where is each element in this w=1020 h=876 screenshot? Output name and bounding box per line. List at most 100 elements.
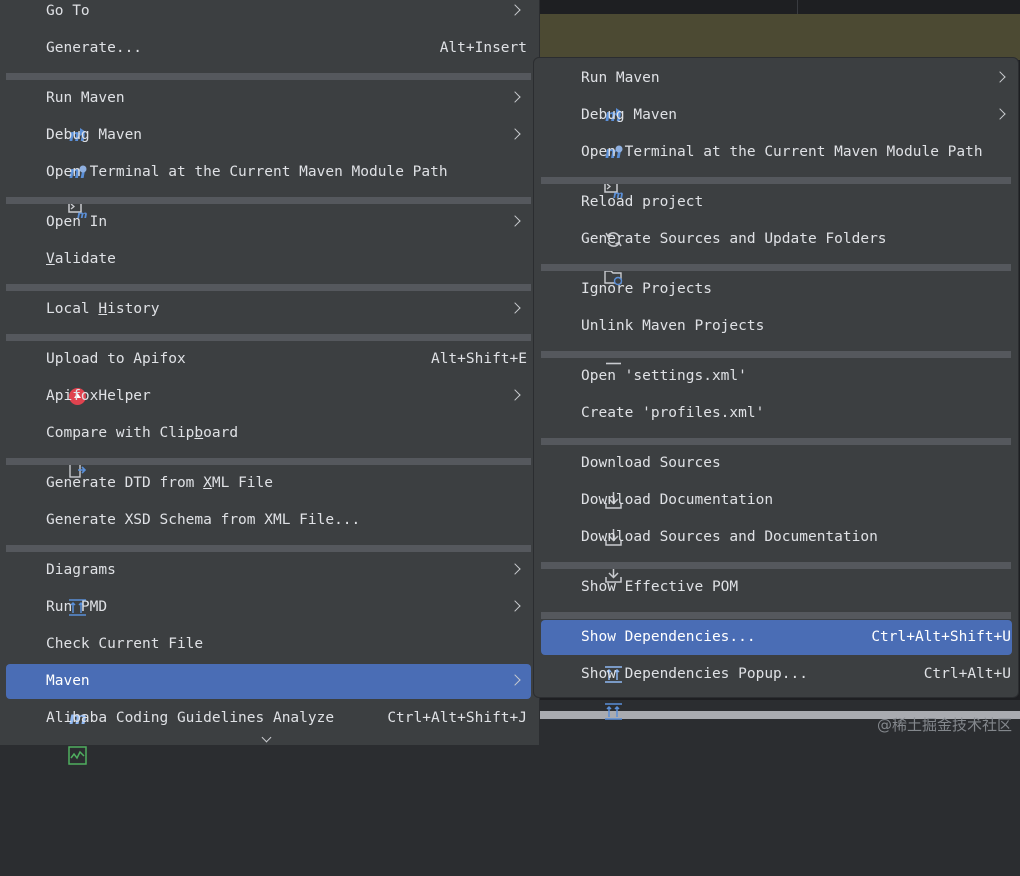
submenu-item-reload-project[interactable]: Reload project	[541, 185, 1012, 247]
submenu-item-show-dependencies[interactable]: Show Dependencies... Ctrl+Alt+Shift+U	[541, 620, 1012, 683]
submenu-item-run-maven[interactable]: m Run Maven	[541, 61, 1012, 125]
menu-separator	[541, 562, 1011, 569]
menu-item-debug-maven[interactable]: m Debug Maven	[6, 118, 531, 182]
submenu-item-label: Run Maven	[581, 70, 660, 86]
menu-item-label: Generate DTD from XML File	[46, 466, 273, 501]
alibaba-analyze-icon	[16, 709, 88, 765]
menu-item-diagrams[interactable]: Diagrams	[6, 553, 531, 616]
context-menu: Go To Generate... Alt+Insert m Run Maven…	[0, 0, 539, 765]
dependencies-icon	[552, 665, 623, 720]
menu-item-label: Alibaba Coding Guidelines Analyze	[46, 710, 335, 726]
menu-item-open-in[interactable]: Open In	[6, 205, 531, 240]
menu-item-validate[interactable]: Validate	[6, 242, 531, 277]
menu-item-label: Local History	[46, 292, 160, 327]
menu-separator	[6, 73, 531, 80]
menu-item-maven[interactable]: m Maven	[6, 664, 531, 729]
label-part: Compare with Clip	[46, 425, 195, 441]
menu-separator	[541, 177, 1011, 184]
menu-item-open-terminal[interactable]: m Open Terminal at the Current Maven Mod…	[6, 155, 531, 221]
label-part: alidate	[54, 251, 116, 267]
submenu-item-debug-maven[interactable]: m Debug Maven	[541, 98, 1012, 162]
minus-icon	[552, 317, 622, 365]
menu-separator	[6, 284, 531, 291]
menu-item-go-to[interactable]: Go To	[6, 0, 531, 29]
menu-item-label: Compare with Clipboard	[46, 416, 238, 451]
submenu-item-download-documentation[interactable]: Download Documentation	[541, 483, 1012, 546]
download-icon	[552, 528, 623, 583]
download-icon	[552, 491, 623, 546]
menu-item-generate-xsd[interactable]: Generate XSD Schema from XML File...	[6, 503, 531, 538]
chevron-right-icon	[509, 215, 521, 227]
menu-item-label: Check Current File	[46, 636, 204, 652]
reload-icon	[552, 193, 623, 247]
submenu-item-label: Show Effective POM	[581, 579, 739, 595]
label-part: Local	[46, 301, 99, 317]
menu-item-upload-apifox[interactable]: Upload to Apifox Alt+Shift+E	[6, 342, 531, 405]
chevron-right-icon	[509, 600, 521, 612]
submenu-item-label: Ignore Projects	[581, 281, 712, 297]
menu-item-label: Open Terminal at the Current Maven Modul…	[46, 164, 448, 180]
chevron-right-icon	[994, 71, 1006, 83]
submenu-item-unlink-projects[interactable]: Unlink Maven Projects	[541, 309, 1012, 365]
menu-item-label: Open In	[46, 214, 108, 230]
menu-item-apifox-helper[interactable]: ApifoxHelper	[6, 379, 531, 414]
submenu-item-label: Download Sources	[581, 455, 721, 471]
menu-separator	[6, 197, 531, 204]
mnemonic-letter: X	[203, 475, 212, 491]
submenu-item-label: Reload project	[581, 194, 704, 210]
play-icon	[16, 635, 85, 689]
submenu-item-create-profiles[interactable]: Create 'profiles.xml'	[541, 396, 1012, 431]
menu-item-compare-clipboard[interactable]: Compare with Clipboard	[6, 416, 531, 478]
submenu-item-label: Create 'profiles.xml'	[581, 405, 765, 421]
mnemonic-letter: V	[46, 251, 55, 267]
submenu-item-show-effective-pom[interactable]: Show Effective POM	[541, 570, 1012, 605]
submenu-item-open-settings[interactable]: Open 'settings.xml'	[541, 359, 1012, 394]
dependencies-icon	[552, 628, 623, 683]
menu-item-label: Go To	[46, 3, 90, 19]
mnemonic-letter: H	[98, 301, 108, 317]
menu-item-alibaba-analyze[interactable]: Alibaba Coding Guidelines Analyze Ctrl+A…	[6, 701, 531, 765]
maven-icon: m	[16, 672, 87, 729]
menu-item-label: Upload to Apifox	[46, 351, 186, 367]
submenu-item-label: Open Terminal at the Current Maven Modul…	[581, 144, 983, 160]
submenu-item-show-dependencies-popup[interactable]: Show Dependencies Popup... Ctrl+Alt+U	[541, 657, 1012, 720]
mnemonic-letter: b	[194, 425, 204, 441]
menu-item-run-maven[interactable]: m Run Maven	[6, 81, 531, 145]
maven-debug-icon: m	[16, 126, 87, 182]
submenu-item-label: Open 'settings.xml'	[581, 368, 747, 384]
menu-item-label: Validate	[46, 242, 116, 277]
chevron-right-icon	[509, 302, 521, 314]
terminal-maven-icon: m	[16, 163, 88, 221]
submenu-item-download-sources[interactable]: Download Sources	[541, 446, 1012, 509]
submenu-item-download-sources-and-docs[interactable]: Download Sources and Documentation	[541, 520, 1012, 583]
compare-clipboard-icon	[16, 424, 87, 478]
submenu-item-label: Show Dependencies Popup...	[581, 666, 808, 682]
submenu-item-ignore-projects[interactable]: Ignore Projects	[541, 272, 1012, 307]
menu-item-shortcut: Ctrl+Alt+Shift+J	[387, 710, 527, 726]
folder-refresh-icon	[552, 230, 623, 286]
menu-item-generate[interactable]: Generate... Alt+Insert	[6, 31, 531, 66]
terminal-maven-icon: m	[552, 143, 624, 201]
menu-item-check-current-file[interactable]: Check Current File	[6, 627, 531, 689]
submenu-item-label: Generate Sources and Update Folders	[581, 231, 887, 247]
menu-item-label: Maven	[46, 673, 90, 689]
apifox-icon	[16, 350, 87, 405]
editor-divider	[797, 0, 798, 14]
submenu-item-generate-sources[interactable]: Generate Sources and Update Folders	[541, 222, 1012, 286]
submenu-item-label: Download Sources and Documentation	[581, 529, 878, 545]
menu-separator	[541, 612, 1011, 619]
menu-item-local-history[interactable]: Local History	[6, 292, 531, 327]
menu-item-generate-dtd[interactable]: Generate DTD from XML File	[6, 466, 531, 501]
submenu-item-label: Debug Maven	[581, 107, 678, 123]
menu-item-run-pmd[interactable]: Run PMD	[6, 590, 531, 625]
label-part: Generate DTD from	[46, 475, 204, 491]
menu-item-label: Run Maven	[46, 90, 125, 106]
menu-item-shortcut: Alt+Shift+E	[430, 351, 527, 367]
chevron-right-icon	[509, 4, 521, 16]
chevron-right-icon	[509, 389, 521, 401]
menu-separator	[541, 264, 1011, 271]
submenu-item-open-terminal[interactable]: m Open Terminal at the Current Maven Mod…	[541, 135, 1012, 201]
submenu-item-label: Show Dependencies...	[581, 629, 756, 645]
menu-item-label: ApifoxHelper	[46, 388, 151, 404]
submenu-item-label: Download Documentation	[581, 492, 774, 508]
